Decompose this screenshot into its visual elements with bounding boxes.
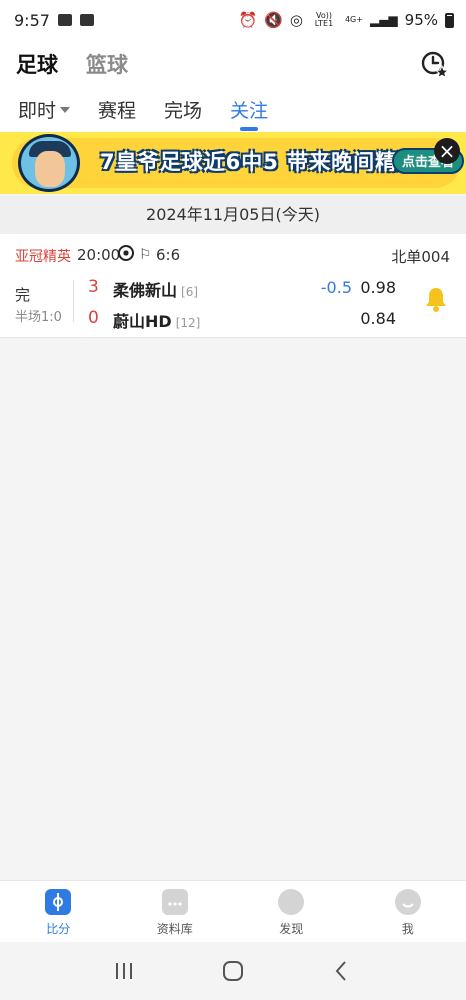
- network-type-indicator: 4G+: [344, 15, 363, 24]
- tab-football[interactable]: 足球: [16, 49, 58, 79]
- corner-flag-icon: ⚐: [139, 247, 152, 263]
- match-code: 北单004: [391, 248, 450, 266]
- dropdown-caret-icon: [60, 107, 71, 113]
- recent-apps-icon: [116, 963, 133, 979]
- bell-icon[interactable]: [425, 286, 447, 312]
- tab-discover-label: 发现: [279, 922, 304, 936]
- match-league[interactable]: 亚冠精英: [15, 246, 71, 266]
- avatar-face: [35, 151, 65, 187]
- tab-finished[interactable]: 完场: [164, 96, 202, 123]
- hotspot-icon: ◎: [289, 11, 303, 29]
- football-icon: [118, 245, 134, 261]
- clock-star-icon: [421, 51, 450, 79]
- bottom-tab-bar: 比分 资料库 发现 我: [0, 880, 466, 942]
- divider: [73, 280, 74, 322]
- history-button[interactable]: [420, 49, 450, 79]
- home-team-rank: [6]: [181, 285, 199, 299]
- battery-percent: 95%: [404, 11, 438, 29]
- tab-score[interactable]: 比分: [0, 881, 117, 942]
- match-card[interactable]: 亚冠精英 20:00 ⚐ 6:6 北单004 完 半场1:0 3 柔佛新山 [6]…: [0, 234, 466, 338]
- discover-icon: [278, 889, 305, 915]
- match-time: 20:00: [77, 246, 121, 264]
- banner-avatar-image: [18, 134, 80, 192]
- away-team: 蔚山HD [12]: [113, 308, 200, 332]
- mail-icon: [57, 14, 72, 26]
- banner-headline: 7皇爷足球近6中5 带来晚间精选: [100, 150, 420, 174]
- back-button[interactable]: [327, 956, 357, 986]
- tab-followed[interactable]: 关注: [230, 96, 268, 123]
- tab-live[interactable]: 即时: [18, 96, 71, 123]
- tab-schedule[interactable]: 赛程: [98, 96, 136, 123]
- recent-apps-button[interactable]: [109, 956, 139, 986]
- volte-indicator: Vo)) LTE1: [314, 11, 334, 28]
- status-bar: 9:57 ⏰ 🔇 ◎ Vo)) LTE1 4G+ ▂▄▆ 95%: [0, 0, 466, 40]
- sport-nav: 足球 篮球: [0, 40, 466, 88]
- score-icon: [45, 889, 72, 915]
- match-status: 完: [15, 286, 31, 304]
- home-team: 柔佛新山 [6]: [113, 277, 198, 301]
- home-score: 3: [88, 277, 99, 297]
- profile-icon: [394, 889, 421, 915]
- date-header: 2024年11月05日(今天): [0, 196, 466, 234]
- home-odds: 0.98: [360, 278, 396, 297]
- folder-icon: [161, 889, 188, 915]
- tab-discover[interactable]: 发现: [233, 881, 350, 942]
- banner-close-icon[interactable]: ×: [434, 138, 460, 164]
- tab-basketball[interactable]: 篮球: [86, 49, 128, 79]
- tab-live-label: 即时: [18, 100, 57, 122]
- away-odds: 0.84: [360, 309, 396, 328]
- battery-icon: [445, 12, 454, 28]
- tab-database[interactable]: 资料库: [117, 881, 234, 942]
- promo-banner[interactable]: 7皇爷足球近6中5 带来晚间精选 点击查看: [0, 132, 466, 194]
- status-time: 9:57: [14, 10, 50, 30]
- sub-nav: 即时 赛程 完场 关注: [0, 88, 466, 132]
- signal-icon: ▂▄▆: [369, 13, 398, 27]
- home-team-name: 柔佛新山: [113, 281, 178, 300]
- system-nav-bar: [0, 942, 466, 1000]
- match-corners: 6:6: [156, 246, 181, 264]
- tab-profile-label: 我: [401, 922, 414, 936]
- tab-database-label: 资料库: [156, 922, 193, 936]
- away-team-name: 蔚山HD: [113, 312, 172, 331]
- alarm-icon: ⏰: [238, 11, 258, 29]
- away-score: 0: [88, 308, 99, 328]
- mute-icon: 🔇: [264, 11, 283, 29]
- tab-score-label: 比分: [46, 922, 71, 936]
- home-button[interactable]: [218, 956, 248, 986]
- back-icon: [335, 961, 346, 981]
- handicap-value: -0.5: [320, 278, 352, 297]
- tab-profile[interactable]: 我: [350, 881, 466, 942]
- away-team-rank: [12]: [175, 316, 201, 330]
- home-icon: [222, 961, 243, 981]
- match-half-time: 半场1:0: [15, 310, 62, 325]
- checkbox-icon: [79, 14, 94, 26]
